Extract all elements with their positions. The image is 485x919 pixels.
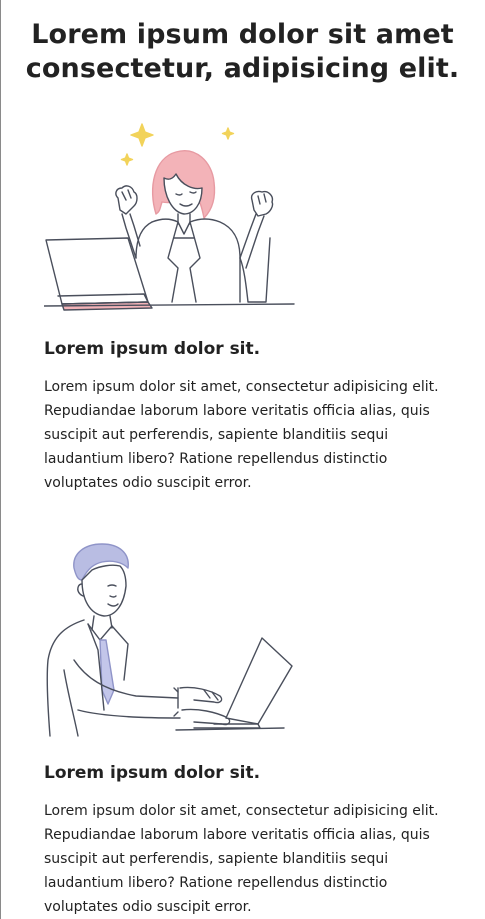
section-heading: Lorem ipsum dolor sit. xyxy=(44,763,261,783)
woman-laptop-celebrating-illustration xyxy=(44,123,295,311)
section-heading: Lorem ipsum dolor sit. xyxy=(44,339,261,359)
man-typing-laptop-illustration xyxy=(46,543,293,737)
page-title: Lorem ipsum dolor sit amet consectetur, … xyxy=(25,19,460,84)
page-left-border xyxy=(0,0,1,919)
section-body-text: Lorem ipsum dolor sit amet, consectetur … xyxy=(44,379,439,491)
section-body-text: Lorem ipsum dolor sit amet, consectetur … xyxy=(44,803,439,915)
